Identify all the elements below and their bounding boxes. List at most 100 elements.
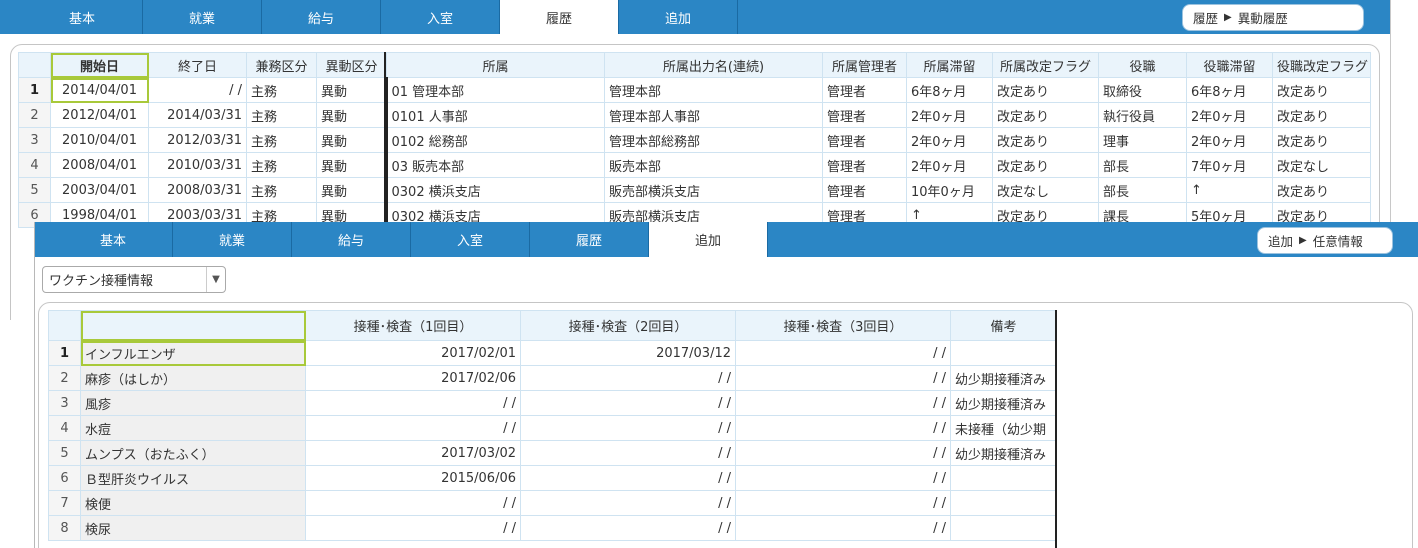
tab-work[interactable]: 就業 <box>143 0 262 34</box>
cell-item[interactable]: 水痘 <box>80 415 306 441</box>
cell-department-output-name[interactable]: 管理本部人事部 <box>604 102 823 128</box>
cell-department[interactable]: 0101 人事部 <box>385 102 605 128</box>
table-row[interactable]: 1 2014/04/01 / / 主務 異動 01 管理本部 管理本部 管理者 … <box>18 77 1371 103</box>
cell-start-date[interactable]: 2010/04/01 <box>50 127 149 153</box>
chevron-down-icon[interactable]: ▼ <box>206 267 225 292</box>
header-dose-3[interactable]: 接種･検査（3回目） <box>735 310 951 341</box>
header-department-output-name[interactable]: 所属出力名(連続) <box>604 52 823 78</box>
cell-dose-3[interactable]: / / <box>735 465 951 491</box>
cell-position-revision-flag[interactable]: 改定あり <box>1272 127 1371 153</box>
header-department-tenure[interactable]: 所属滞留 <box>906 52 993 78</box>
tab-basic[interactable]: 基本 <box>54 222 173 257</box>
cell-position-tenure[interactable]: ↑ <box>1186 177 1273 203</box>
cell-end-date[interactable]: / / <box>148 77 247 103</box>
cell-position[interactable]: 理事 <box>1098 127 1187 153</box>
cell-position-tenure[interactable]: 6年8ヶ月 <box>1186 77 1273 103</box>
cell-position-revision-flag[interactable]: 改定なし <box>1272 152 1371 178</box>
cell-transfer-type[interactable]: 異動 <box>316 127 387 153</box>
cell-department-tenure[interactable]: 2年0ヶ月 <box>906 152 993 178</box>
cell-position-revision-flag[interactable]: 改定あり <box>1272 102 1371 128</box>
tab-salary[interactable]: 給与 <box>292 222 411 257</box>
cell-transfer-type[interactable]: 異動 <box>316 102 387 128</box>
cell-transfer-type[interactable]: 異動 <box>316 152 387 178</box>
cell-dose-1[interactable]: / / <box>305 490 521 516</box>
header-remarks[interactable]: 備考 <box>950 310 1057 341</box>
cell-department-manager[interactable]: 管理者 <box>822 177 907 203</box>
tab-history[interactable]: 履歴 <box>500 0 619 34</box>
table-row[interactable]: 7 検便 / / / / / / <box>48 490 1057 516</box>
cell-dose-3[interactable]: / / <box>735 340 951 366</box>
table-row[interactable]: 8 検尿 / / / / / / <box>48 515 1057 541</box>
cell-position[interactable]: 取締役 <box>1098 77 1187 103</box>
table-row[interactable]: 4 水痘 / / / / / / 未接種（幼少期 <box>48 415 1057 441</box>
cell-dose-2[interactable]: / / <box>520 415 736 441</box>
cell-remarks[interactable] <box>950 490 1057 516</box>
cell-department-output-name[interactable]: 管理本部総務部 <box>604 127 823 153</box>
cell-item[interactable]: 検尿 <box>80 515 306 541</box>
cell-dose-1[interactable]: 2015/06/06 <box>305 465 521 491</box>
cell-dose-3[interactable]: / / <box>735 490 951 516</box>
tab-basic[interactable]: 基本 <box>22 0 143 34</box>
cell-department-manager[interactable]: 管理者 <box>822 77 907 103</box>
tab-additional[interactable]: 追加 <box>649 222 768 257</box>
cell-remarks[interactable]: 未接種（幼少期 <box>950 415 1057 441</box>
cell-department-output-name[interactable]: 管理本部 <box>604 77 823 103</box>
header-concurrent-type[interactable]: 兼務区分 <box>246 52 317 78</box>
cell-start-date[interactable]: 2014/04/01 <box>50 77 149 103</box>
header-end-date[interactable]: 終了日 <box>148 52 247 78</box>
cell-remarks[interactable] <box>950 465 1057 491</box>
cell-department-revision-flag[interactable]: 改定あり <box>992 102 1099 128</box>
tab-salary[interactable]: 給与 <box>262 0 381 34</box>
tab-additional[interactable]: 追加 <box>619 0 738 34</box>
cell-concurrent-type[interactable]: 主務 <box>246 127 317 153</box>
cell-department[interactable]: 0102 総務部 <box>385 127 605 153</box>
cell-position-revision-flag[interactable]: 改定あり <box>1272 177 1371 203</box>
cell-end-date[interactable]: 2010/03/31 <box>148 152 247 178</box>
cell-remarks[interactable] <box>950 340 1057 366</box>
cell-dose-2[interactable]: / / <box>520 465 736 491</box>
table-row[interactable]: 6 Ｂ型肝炎ウイルス 2015/06/06 / / / / <box>48 465 1057 491</box>
cell-dose-3[interactable]: / / <box>735 365 951 391</box>
cell-department-revision-flag[interactable]: 改定なし <box>992 177 1099 203</box>
cell-concurrent-type[interactable]: 主務 <box>246 102 317 128</box>
cell-start-date[interactable]: 2003/04/01 <box>50 177 149 203</box>
cell-dose-3[interactable]: / / <box>735 415 951 441</box>
cell-position-revision-flag[interactable]: 改定あり <box>1272 77 1371 103</box>
cell-department-revision-flag[interactable]: 改定あり <box>992 127 1099 153</box>
category-dropdown[interactable]: ワクチン接種情報 ▼ <box>42 266 226 293</box>
cell-item[interactable]: インフルエンザ <box>80 340 306 366</box>
header-position-tenure[interactable]: 役職滞留 <box>1186 52 1273 78</box>
cell-department[interactable]: 0302 横浜支店 <box>385 177 605 203</box>
header-start-date[interactable]: 開始日 <box>50 52 149 78</box>
cell-dose-2[interactable]: / / <box>520 440 736 466</box>
cell-department-output-name[interactable]: 販売本部 <box>604 152 823 178</box>
header-dose-1[interactable]: 接種･検査（1回目） <box>305 310 521 341</box>
header-department-manager[interactable]: 所属管理者 <box>822 52 907 78</box>
cell-dose-2[interactable]: / / <box>520 390 736 416</box>
table-row[interactable]: 2 2012/04/01 2014/03/31 主務 異動 0101 人事部 管… <box>18 102 1371 128</box>
cell-item[interactable]: 風疹 <box>80 390 306 416</box>
cell-position[interactable]: 部長 <box>1098 177 1187 203</box>
cell-dose-1[interactable]: / / <box>305 390 521 416</box>
header-department-revision-flag[interactable]: 所属改定フラグ <box>992 52 1099 78</box>
table-row[interactable]: 5 2003/04/01 2008/03/31 主務 異動 0302 横浜支店 … <box>18 177 1371 203</box>
cell-department-manager[interactable]: 管理者 <box>822 127 907 153</box>
cell-dose-2[interactable]: / / <box>520 490 736 516</box>
cell-transfer-type[interactable]: 異動 <box>316 177 387 203</box>
cell-department-manager[interactable]: 管理者 <box>822 152 907 178</box>
cell-dose-2[interactable]: / / <box>520 515 736 541</box>
table-row[interactable]: 4 2008/04/01 2010/03/31 主務 異動 03 販売本部 販売… <box>18 152 1371 178</box>
cell-department-tenure[interactable]: 6年8ヶ月 <box>906 77 993 103</box>
cell-department-output-name[interactable]: 販売部横浜支店 <box>604 177 823 203</box>
cell-start-date[interactable]: 2008/04/01 <box>50 152 149 178</box>
cell-remarks[interactable]: 幼少期接種済み <box>950 440 1057 466</box>
cell-concurrent-type[interactable]: 主務 <box>246 152 317 178</box>
tab-entry[interactable]: 入室 <box>411 222 530 257</box>
cell-dose-1[interactable]: 2017/03/02 <box>305 440 521 466</box>
cell-end-date[interactable]: 2008/03/31 <box>148 177 247 203</box>
cell-position-tenure[interactable]: 7年0ヶ月 <box>1186 152 1273 178</box>
cell-end-date[interactable]: 2012/03/31 <box>148 127 247 153</box>
cell-position[interactable]: 部長 <box>1098 152 1187 178</box>
cell-position-tenure[interactable]: 2年0ヶ月 <box>1186 102 1273 128</box>
cell-dose-1[interactable]: 2017/02/06 <box>305 365 521 391</box>
